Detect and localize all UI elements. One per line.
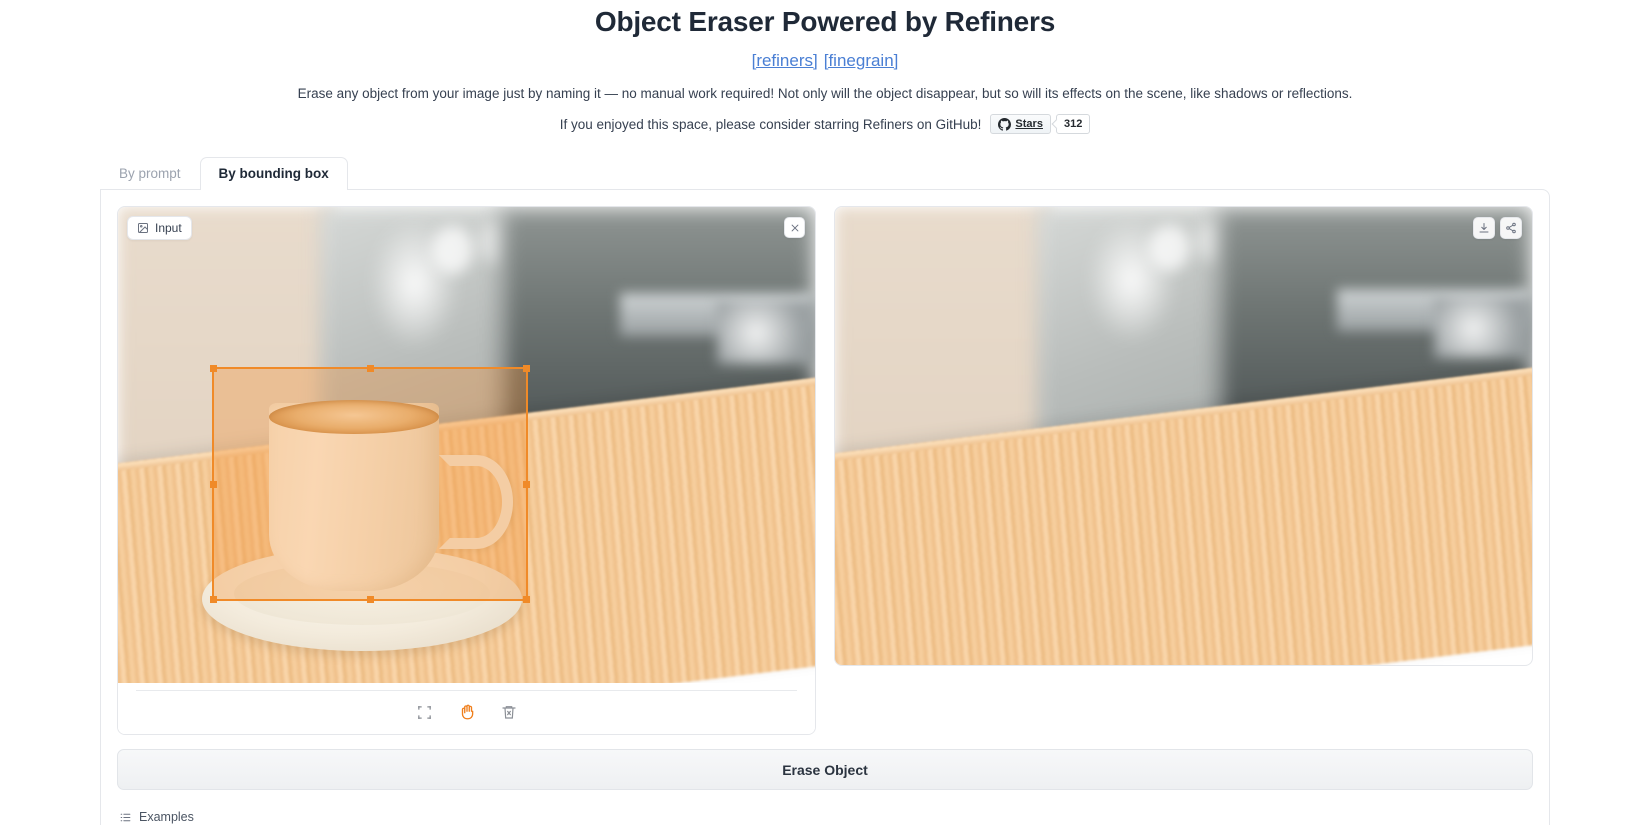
tab-bar: By prompt By bounding box (100, 156, 1650, 190)
image-columns: Input (117, 206, 1533, 735)
examples-label: Examples (139, 810, 194, 824)
page-title: Object Eraser Powered by Refiners (594, 6, 1056, 37)
bbox-handle-nw[interactable] (210, 365, 217, 372)
input-badge-label: Input (155, 221, 182, 235)
close-icon[interactable] (784, 217, 805, 238)
output-image-card[interactable] (834, 206, 1533, 666)
bbox-handle-s[interactable] (366, 596, 374, 603)
input-column: Input (117, 206, 816, 735)
github-stars-badge: Stars 312 (990, 114, 1091, 134)
finegrain-link[interactable]: [finegrain] (824, 51, 899, 70)
erase-object-button[interactable]: Erase Object (117, 749, 1533, 790)
page-description: Erase any object from your image just by… (297, 86, 1353, 101)
examples-header: Examples (119, 810, 1533, 824)
github-stars-label: Stars (1015, 117, 1043, 130)
input-image-card: Input (117, 206, 816, 735)
bbox-handle-se[interactable] (523, 596, 530, 603)
tab-by-prompt[interactable]: By prompt (100, 157, 200, 190)
output-scene-image (835, 207, 1532, 665)
download-icon[interactable] (1473, 217, 1495, 239)
github-star-line: If you enjoyed this space, please consid… (0, 114, 1650, 134)
app-root: Object Eraser Powered by Refiners [refin… (0, 0, 1650, 825)
github-stars-count: 312 (1055, 114, 1091, 134)
list-icon (119, 811, 132, 824)
github-icon (998, 117, 1012, 131)
refiners-link[interactable]: [refiners] (752, 51, 818, 70)
bbox-handle-sw[interactable] (210, 596, 217, 603)
image-icon (137, 222, 149, 234)
output-toolbar (1473, 217, 1522, 239)
main-panel: Input Erase Object Examples (100, 189, 1550, 825)
toolbar-buttons (118, 691, 815, 734)
header-links: [refiners] [finegrain] (0, 51, 1650, 71)
star-prompt-text: If you enjoyed this space, please consid… (559, 116, 982, 132)
bounding-box-icon[interactable] (415, 702, 435, 722)
bbox-handle-n[interactable] (366, 365, 374, 372)
bbox-handle-ne[interactable] (523, 365, 530, 372)
input-image-stage[interactable]: Input (118, 207, 815, 683)
bounding-box-selection[interactable] (210, 365, 530, 603)
github-stars-button[interactable]: Stars (990, 114, 1051, 134)
bbox-handle-w[interactable] (210, 480, 217, 488)
bbox-handle-e[interactable] (523, 480, 530, 488)
input-image-toolbar (118, 690, 815, 734)
share-icon[interactable] (1500, 217, 1522, 239)
tab-by-bounding-box[interactable]: By bounding box (199, 157, 348, 190)
trash-icon[interactable] (499, 702, 519, 722)
hand-icon[interactable] (457, 702, 477, 722)
input-badge: Input (127, 216, 192, 240)
output-column (834, 206, 1533, 735)
